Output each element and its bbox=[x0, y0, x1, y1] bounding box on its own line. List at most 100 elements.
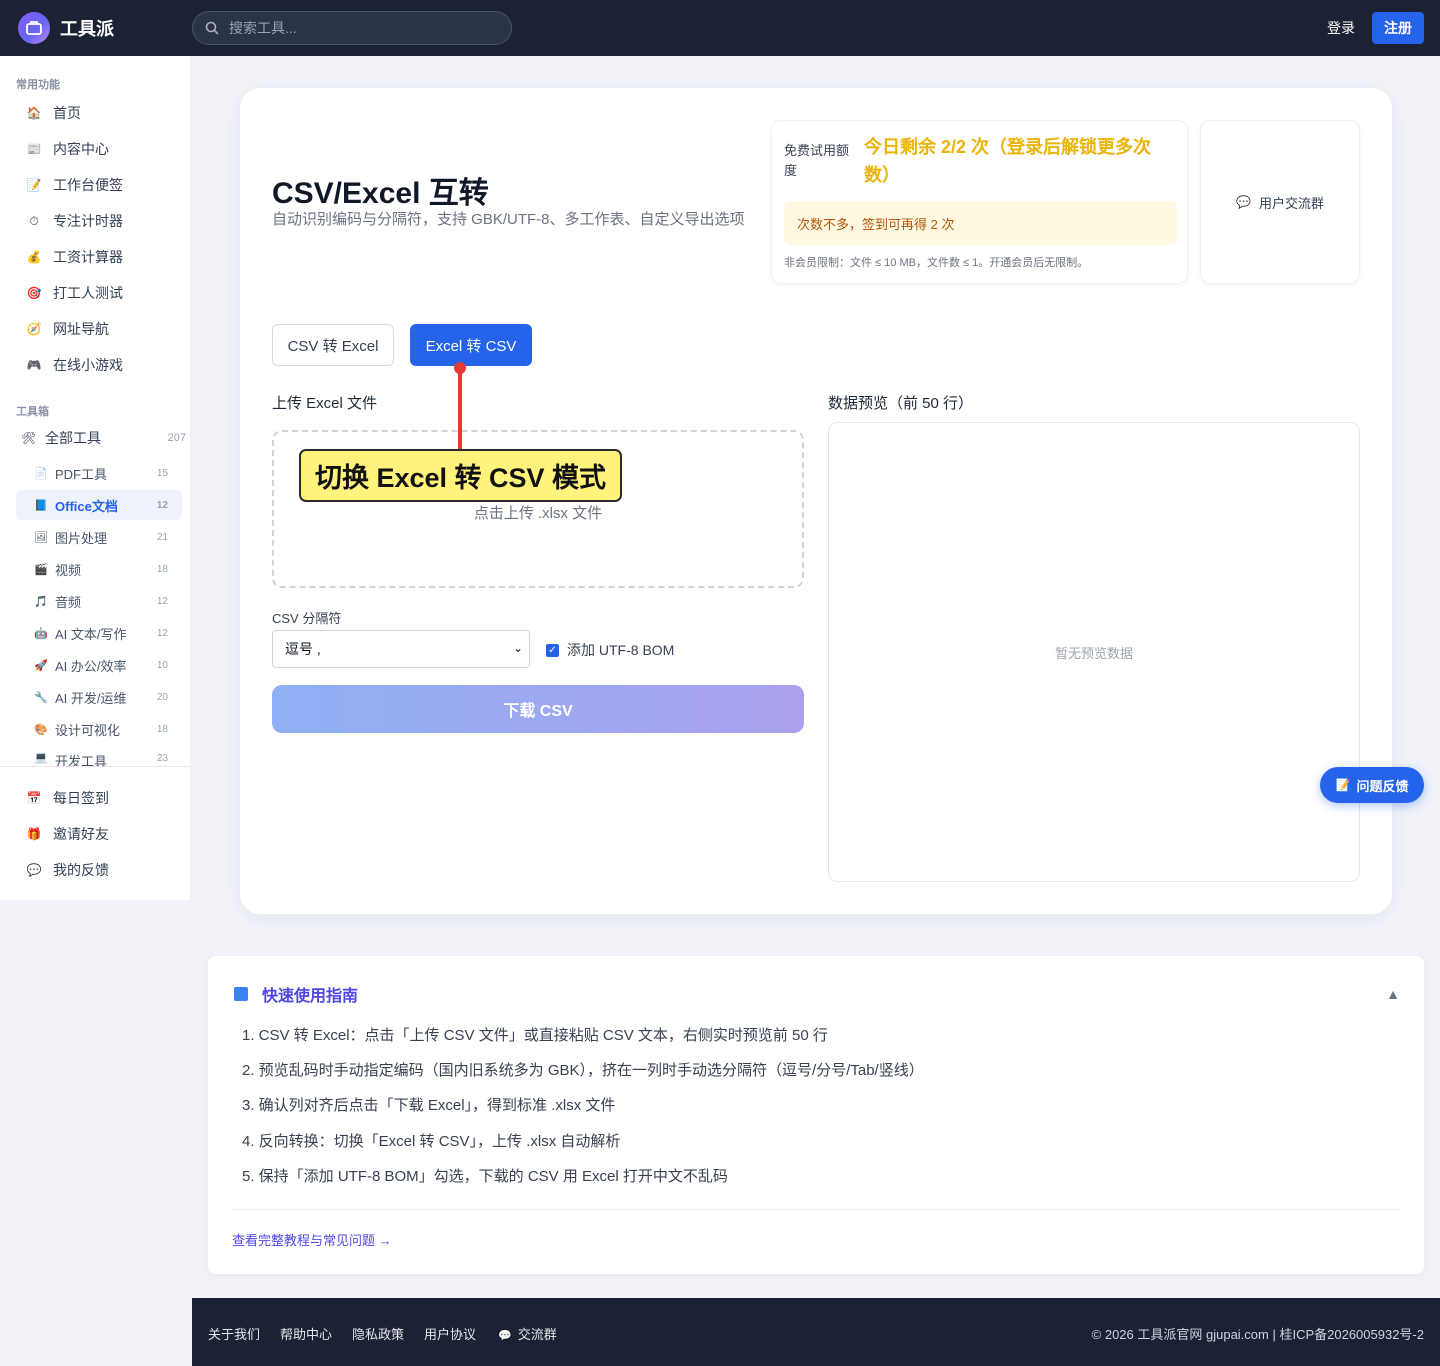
music-note-icon: 🎵 bbox=[34, 595, 48, 608]
chevron-down-icon: ⌄ bbox=[512, 641, 523, 655]
picture-icon: 🖼 bbox=[34, 531, 48, 544]
bom-option[interactable]: ✓ 添加 UTF-8 BOM bbox=[546, 640, 674, 660]
sidebar-item-design[interactable]: 🎨 设计可视化 18 bbox=[16, 714, 182, 744]
robot-icon: 🤖 bbox=[34, 627, 48, 640]
separator-select[interactable]: 逗号 , ⌄ bbox=[272, 630, 530, 668]
bom-checkbox[interactable]: ✓ bbox=[546, 643, 559, 657]
feedback-label: 问题反馈 bbox=[1356, 778, 1409, 794]
home-icon: 🏠 bbox=[26, 106, 42, 120]
tools-icon: 🛠 bbox=[21, 431, 37, 445]
user-group-card[interactable]: 💬 用户交流群 bbox=[1200, 120, 1360, 284]
sidebar-section-common: 常用功能 bbox=[16, 79, 60, 91]
sidebar-item-games[interactable]: 🎮 在线小游戏 bbox=[16, 350, 182, 380]
speech-bubble-icon: 💬 bbox=[1236, 195, 1251, 209]
upload-hint: 点击上传 .xlsx 文件 bbox=[473, 505, 603, 522]
quota-panel: 免费试用额度 今日剩余 2/2 次（登录后解锁更多次数） 次数不多，签到可再得 … bbox=[771, 120, 1188, 284]
sidebar-item-content[interactable]: 📰 内容中心 bbox=[16, 134, 182, 164]
sidebar-item-ai-writing[interactable]: 🤖 AI 文本/写作 12 bbox=[16, 618, 182, 648]
page-title: CSV/Excel 互转 bbox=[272, 177, 489, 210]
sidebar-item-worker-test[interactable]: 🎯 打工人测试 bbox=[16, 278, 182, 308]
sidebar-item-nav[interactable]: 🧭 网址导航 bbox=[16, 314, 182, 344]
sidebar-item-home[interactable]: 🏠 首页 bbox=[16, 98, 182, 128]
sidebar: 常用功能 🏠 首页 📰 内容中心 📝 工作台便签 ⏱ 专注计时器 💰 工资计算器 🎯 打工人… bbox=[0, 56, 191, 900]
timer-icon: ⏱ bbox=[29, 213, 39, 228]
footer-link-about[interactable]: 关于我们 bbox=[208, 1324, 260, 1343]
register-button[interactable]: 注册 bbox=[1372, 12, 1424, 44]
document-icon: 📄 bbox=[34, 467, 48, 480]
footer-link-group[interactable]: 💬 交流群 bbox=[498, 1324, 557, 1343]
sidebar-item-ai-dev[interactable]: 🔧 AI 开发/运维 20 bbox=[16, 682, 182, 712]
wrench-icon: 🔧 bbox=[34, 691, 48, 704]
sidebar-item-all-tools[interactable]: 🛠 全部工具 207 bbox=[16, 423, 190, 453]
gamepad-icon: 🎮 bbox=[26, 358, 42, 372]
download-csv-button[interactable]: 下载 CSV bbox=[272, 685, 804, 733]
tab-excel-to-csv[interactable]: Excel 转 CSV bbox=[410, 324, 532, 366]
memo-icon: 📝 bbox=[26, 178, 42, 192]
logo[interactable]: 工具派 bbox=[18, 12, 114, 44]
memo-icon: 📝 bbox=[1335, 778, 1351, 792]
separator-label: CSV 分隔符 bbox=[272, 611, 342, 626]
search-input[interactable]: 搜索工具... bbox=[192, 11, 512, 45]
copyright: © 2026 工具派官网 gjupai.com | 桂ICP备202600593… bbox=[1091, 1327, 1424, 1342]
guide-step: 4. 反向转换：切换「Excel 转 CSV」，上传 .xlsx 自动解析 bbox=[242, 1133, 621, 1150]
bom-label: 添加 UTF-8 BOM bbox=[567, 642, 675, 658]
sidebar-divider bbox=[0, 766, 191, 767]
preview-empty-text: 暂无预览数据 bbox=[1054, 646, 1133, 661]
footer-link-terms[interactable]: 用户协议 bbox=[424, 1324, 476, 1343]
sidebar-item-office[interactable]: 📘 Office文档 12 bbox=[16, 490, 182, 520]
monitor-icon: 💻 bbox=[34, 752, 48, 764]
compass-icon: 🧭 bbox=[26, 322, 42, 336]
preview-panel: 暂无预览数据 bbox=[828, 422, 1360, 882]
guide-step: 1. CSV 转 Excel：点击「上传 CSV 文件」或直接粘贴 CSV 文本… bbox=[242, 1027, 828, 1044]
footer: 关于我们 帮助中心 隐私政策 用户协议 💬 交流群 © 2026 工具派官网 gj… bbox=[192, 1298, 1440, 1366]
sidebar-item-video[interactable]: 🎬 视频 18 bbox=[16, 554, 182, 584]
quota-label: 免费试用额度 bbox=[784, 143, 850, 178]
sidebar-item-pdf[interactable]: 📄 PDF工具 15 bbox=[16, 458, 182, 488]
quick-guide: 快速使用指南 ▲ 1. CSV 转 Excel：点击「上传 CSV 文件」或直接… bbox=[208, 956, 1424, 1274]
top-bar: 工具派 搜索工具... 登录 注册 bbox=[0, 0, 1440, 56]
upload-label: 上传 Excel 文件 bbox=[272, 395, 378, 412]
guide-divider bbox=[232, 1209, 1400, 1210]
newspaper-icon: 📰 bbox=[26, 142, 42, 156]
book-icon bbox=[234, 987, 248, 1001]
clapper-icon: 🎬 bbox=[34, 563, 48, 576]
quota-hint: 次数不多，签到可再得 2 次 bbox=[784, 201, 1177, 245]
quota-note: 非会员限制：文件 ≤ 10 MB，文件数 ≤ 1。开通会员后无限制。 bbox=[784, 257, 1089, 269]
sidebar-item-my-feedback[interactable]: 💬 我的反馈 bbox=[16, 855, 182, 885]
annotation-pointer-line bbox=[458, 368, 462, 450]
logo-icon bbox=[18, 12, 50, 44]
sidebar-item-audio[interactable]: 🎵 音频 12 bbox=[16, 586, 182, 616]
speech-bubble-icon: 💬 bbox=[26, 863, 42, 877]
guide-header[interactable]: 快速使用指南 bbox=[234, 982, 358, 1006]
collapse-triangle-icon[interactable]: ▲ bbox=[1386, 986, 1400, 1002]
guide-step: 3. 确认列对齐后点击「下载 Excel」，得到标准 .xlsx 文件 bbox=[242, 1097, 616, 1114]
guide-step: 5. 保持「添加 UTF-8 BOM」勾选，下载的 CSV 用 Excel 打开… bbox=[242, 1168, 728, 1185]
search-icon bbox=[205, 21, 219, 35]
palette-icon: 🎨 bbox=[34, 723, 48, 736]
calendar-icon: 📅 bbox=[26, 791, 42, 805]
sidebar-item-notes[interactable]: 📝 工作台便签 bbox=[16, 170, 182, 200]
gift-icon: 🎁 bbox=[26, 827, 42, 841]
sidebar-item-ai-office[interactable]: 🚀 AI 办公/效率 10 bbox=[16, 650, 182, 680]
quota-remaining: 今日剩余 2/2 次（登录后解锁更多次数） bbox=[864, 137, 1152, 185]
tab-csv-to-excel[interactable]: CSV 转 Excel bbox=[272, 324, 394, 366]
sidebar-item-timer[interactable]: ⏱ 专注计时器 bbox=[16, 206, 182, 236]
page-subtitle: 自动识别编码与分隔符，支持 GBK/UTF-8、多工作表、自定义导出选项 bbox=[272, 211, 745, 228]
login-link[interactable]: 登录 bbox=[1327, 18, 1355, 38]
sidebar-item-checkin[interactable]: 📅 每日签到 bbox=[16, 783, 182, 813]
sidebar-item-image[interactable]: 🖼 图片处理 21 bbox=[16, 522, 182, 552]
guide-step: 2. 预览乱码时手动指定编码（国内旧系统多为 GBK），挤在一列时手动选分隔符（… bbox=[242, 1062, 924, 1079]
search-placeholder: 搜索工具... bbox=[229, 20, 297, 36]
feedback-button[interactable]: 📝 问题反馈 bbox=[1320, 767, 1424, 803]
sidebar-item-invite[interactable]: 🎁 邀请好友 bbox=[16, 819, 182, 849]
sidebar-item-salary[interactable]: 💰 工资计算器 bbox=[16, 242, 182, 272]
footer-link-help[interactable]: 帮助中心 bbox=[280, 1324, 332, 1343]
separator-value: 逗号 , bbox=[285, 641, 321, 657]
full-tutorial-link[interactable]: 查看完整教程与常见问题 → bbox=[232, 1230, 392, 1249]
user-group-label: 用户交流群 bbox=[1258, 195, 1324, 211]
footer-link-privacy[interactable]: 隐私政策 bbox=[352, 1324, 404, 1343]
guide-title: 快速使用指南 bbox=[262, 988, 359, 1005]
book-icon: 📘 bbox=[34, 499, 48, 512]
sidebar-item-dev-tools[interactable]: 💻 开发工具 23 bbox=[16, 746, 182, 766]
money-bag-icon: 💰 bbox=[26, 250, 42, 264]
